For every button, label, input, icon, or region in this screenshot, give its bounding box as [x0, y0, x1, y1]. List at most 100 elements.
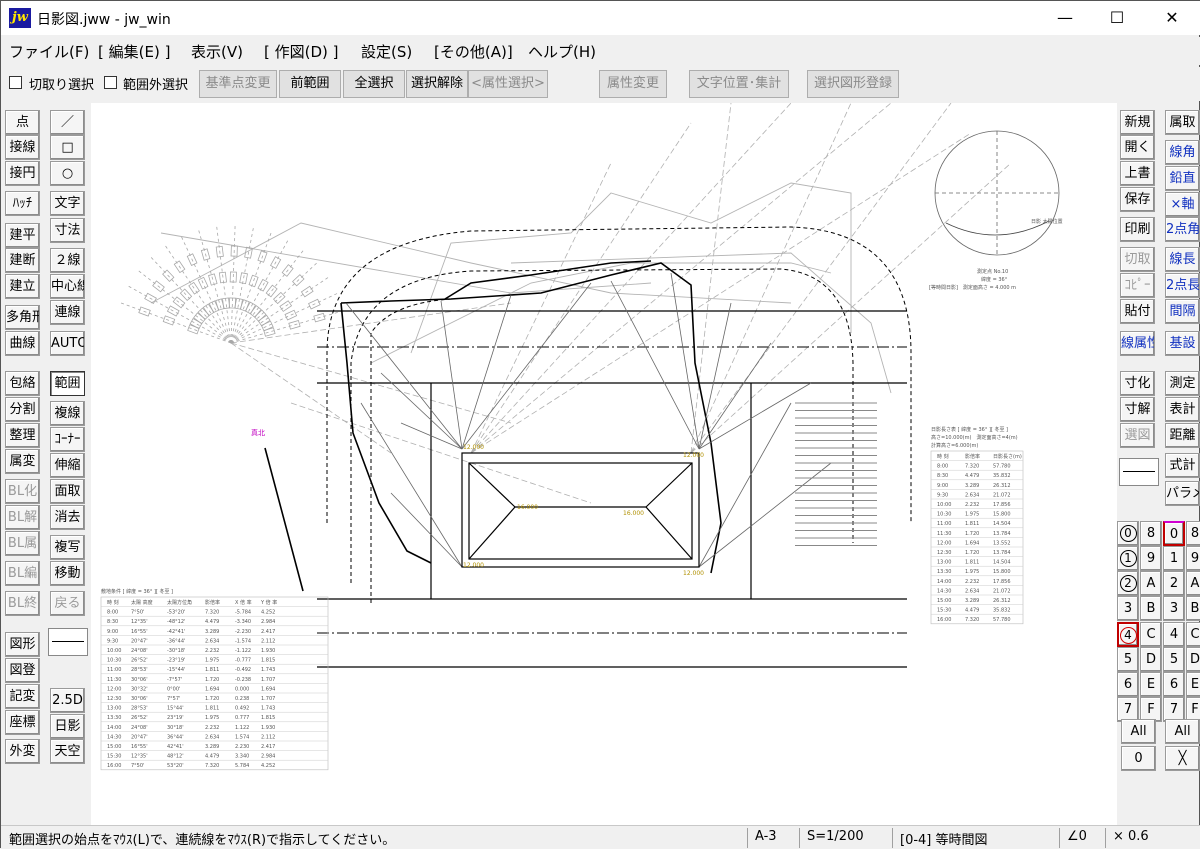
tool-undo-button[interactable]: 戻る — [50, 591, 85, 616]
layer-cross-button[interactable]: ╳ — [1165, 746, 1200, 771]
tool-auto-button[interactable]: AUTO — [50, 331, 85, 356]
layer2-C-button[interactable]: C — [1186, 622, 1200, 647]
tool-attr-take-button[interactable]: 属取 — [1165, 110, 1200, 135]
layer2-8-button[interactable]: 8 — [1186, 521, 1200, 546]
tool-block-end-button[interactable]: BL終 — [5, 591, 40, 616]
tool-extend-button[interactable]: 伸縮 — [50, 453, 85, 478]
menu-edit[interactable]: [ 編集(E) ] — [98, 41, 170, 62]
layer-group-5-button[interactable]: 5 — [1117, 647, 1139, 672]
layer-group-2-button[interactable]: 2 — [1117, 571, 1139, 596]
tool-section-button[interactable]: 建断 — [5, 248, 40, 273]
tool-point-button[interactable]: 点 — [5, 110, 40, 135]
layer-C-button[interactable]: C — [1140, 622, 1162, 647]
tool-interval-button[interactable]: 間隔 — [1165, 299, 1200, 324]
tool-cut-button[interactable]: 切取 — [1120, 247, 1155, 272]
tool-divide-button[interactable]: 分割 — [5, 397, 40, 422]
tool-double-line-button[interactable]: ２線 — [50, 248, 85, 273]
tool-erase-button[interactable]: 消去 — [50, 505, 85, 530]
tool-figure-register-button[interactable]: 図登 — [5, 658, 40, 683]
tool-overwrite-button[interactable]: 上書 — [1120, 161, 1155, 186]
layer2-2-button[interactable]: 2 — [1163, 571, 1185, 596]
layer-E-button[interactable]: E — [1140, 672, 1162, 697]
tool-organize-button[interactable]: 整理 — [5, 423, 40, 448]
prev-range-button[interactable]: 前範囲 — [279, 70, 341, 98]
layer2-6-button[interactable]: 6 — [1163, 672, 1185, 697]
layer-group-1-button[interactable]: 1 — [1117, 546, 1139, 571]
tool-envelope-button[interactable]: 包絡 — [5, 371, 40, 396]
crop-select-checkbox[interactable] — [9, 76, 22, 89]
tool-continuous-line-button[interactable]: 連線 — [50, 300, 85, 325]
layer-group-3-button[interactable]: 3 — [1117, 596, 1139, 621]
line-type-preview[interactable] — [48, 628, 88, 656]
maximize-button[interactable]: ☐ — [1094, 1, 1140, 35]
tool-block-make-button[interactable]: BL化 — [5, 479, 40, 504]
tool-copy-line-button[interactable]: 複線 — [50, 401, 85, 426]
tool-two-point-angle-button[interactable]: 2点角 — [1165, 217, 1200, 242]
tool-distance-button[interactable]: 距離 — [1165, 423, 1200, 448]
layer2-D-button[interactable]: D — [1186, 647, 1200, 672]
tool-param-button[interactable]: パラメ — [1165, 481, 1200, 506]
tool-open-button[interactable]: 開く — [1120, 135, 1155, 160]
line-attr-preview[interactable] — [1119, 458, 1159, 486]
tool-corner-button[interactable]: ｺｰﾅｰ — [50, 427, 85, 452]
tool-tangent-button[interactable]: 接線 — [5, 135, 40, 160]
tool-sky-button[interactable]: 天空 — [50, 739, 85, 764]
tool-paste-button[interactable]: 貼付 — [1120, 299, 1155, 324]
status-layer[interactable]: [0-4] 等時間図 — [900, 829, 988, 848]
tool-block-attr-button[interactable]: BL属 — [5, 531, 40, 556]
tool-dimension-button[interactable]: 寸法 — [50, 218, 85, 243]
tool-circle-button[interactable]: ○ — [50, 161, 85, 186]
layer-A-button[interactable]: A — [1140, 571, 1162, 596]
tool-copy-button[interactable]: ｺﾋﾟｰ — [1120, 273, 1155, 298]
tool-dim-break-button[interactable]: 寸解 — [1120, 397, 1155, 422]
tool-two-point-length-button[interactable]: 2点長 — [1165, 273, 1200, 298]
tool-table-calc-button[interactable]: 表計 — [1165, 397, 1200, 422]
tool-x-axis-button[interactable]: ×軸 — [1165, 192, 1200, 217]
menu-draw[interactable]: [ 作図(D) ] — [264, 41, 339, 62]
tool-external-change-button[interactable]: 外変 — [5, 739, 40, 764]
layer2-5-button[interactable]: 5 — [1163, 647, 1185, 672]
layer2-A-button[interactable]: A — [1186, 571, 1200, 596]
tool-base-settings-button[interactable]: 基設 — [1165, 331, 1200, 356]
layer-zero-button[interactable]: 0 — [1121, 746, 1156, 771]
tool-tangent-circle-button[interactable]: 接円 — [5, 161, 40, 186]
tool-block-edit-button[interactable]: BL編 — [5, 561, 40, 586]
tool-chamfer-button[interactable]: 面取 — [50, 479, 85, 504]
tool-range-button[interactable]: 範囲 — [50, 371, 85, 396]
layer2-3-button[interactable]: 3 — [1163, 596, 1185, 621]
layer-group-all-button[interactable]: All — [1121, 719, 1156, 744]
layer2-E-button[interactable]: E — [1186, 672, 1200, 697]
tool-measure-button[interactable]: 測定 — [1165, 371, 1200, 396]
tool-curve-button[interactable]: 曲線 — [5, 331, 40, 356]
layer2-4-button[interactable]: 4 — [1163, 622, 1185, 647]
layer2-B-button[interactable]: B — [1186, 596, 1200, 621]
tool-elevation-plan-button[interactable]: 建平 — [5, 223, 40, 248]
tool-line-button[interactable]: ／ — [50, 110, 85, 135]
layer-D-button[interactable]: D — [1140, 647, 1162, 672]
tool-hatch-button[interactable]: ﾊｯﾁ — [5, 191, 40, 216]
tool-text-button[interactable]: 文字 — [50, 191, 85, 216]
menu-file[interactable]: ファイル(F) — [9, 41, 89, 62]
layer-9-button[interactable]: 9 — [1140, 546, 1162, 571]
layer-8-button[interactable]: 8 — [1140, 521, 1162, 546]
tool-new-button[interactable]: 新規 — [1120, 110, 1155, 135]
tool-vertical-button[interactable]: 鉛直 — [1165, 166, 1200, 191]
tool-select-figure-button[interactable]: 選図 — [1120, 423, 1155, 448]
tool-move-button[interactable]: 移動 — [50, 561, 85, 586]
tool-attr-change-button[interactable]: 属変 — [5, 449, 40, 474]
layer2-1-button[interactable]: 1 — [1163, 546, 1185, 571]
layer-group-0-button[interactable]: 0 — [1117, 521, 1139, 546]
layer-group-6-button[interactable]: 6 — [1117, 672, 1139, 697]
close-button[interactable]: ✕ — [1149, 1, 1195, 35]
tool-center-line-button[interactable]: 中心線 — [50, 274, 85, 299]
layer-group-4-button[interactable]: 4 — [1117, 622, 1139, 647]
tool-line-attr-button[interactable]: 線属性 — [1120, 331, 1155, 356]
register-figure-button[interactable]: 選択図形登録 — [807, 70, 899, 98]
tool-2-5d-button[interactable]: 2.5D — [50, 688, 85, 713]
layer-B-button[interactable]: B — [1140, 596, 1162, 621]
tool-block-break-button[interactable]: BL解 — [5, 505, 40, 530]
layer2-0-button[interactable]: 0 — [1163, 521, 1185, 546]
status-angle[interactable]: ∠0 — [1067, 829, 1087, 844]
minimize-button[interactable]: — — [1042, 1, 1088, 35]
deselect-button[interactable]: 選択解除 — [406, 70, 468, 98]
